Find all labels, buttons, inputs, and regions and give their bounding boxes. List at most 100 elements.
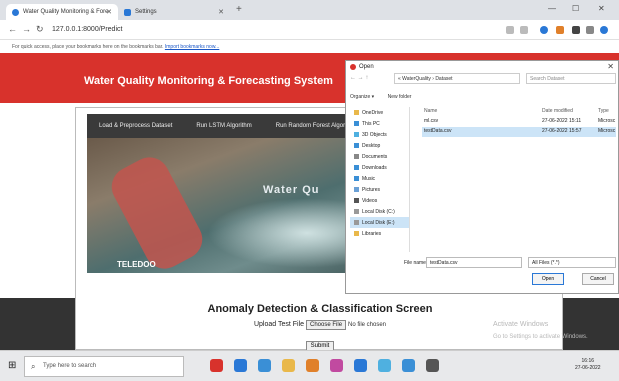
nav-item-desktop[interactable]: Desktop — [350, 140, 409, 151]
file-row[interactable]: testData.csv 27-06-2022 15:57 Microsc — [422, 127, 616, 137]
organize-button[interactable]: Organize ▾ — [350, 94, 374, 100]
nav-label: Music — [362, 175, 376, 182]
new-folder-button[interactable]: New folder — [388, 94, 412, 100]
nav-item-libraries[interactable]: Libraries — [350, 228, 409, 239]
file-type: Microsc — [598, 118, 616, 124]
col-name[interactable]: Name — [424, 108, 437, 114]
url-field[interactable]: 127.0.0.1:8000/Predict — [52, 26, 122, 33]
puzzle-icon[interactable] — [572, 26, 580, 34]
window-icon[interactable] — [586, 26, 594, 34]
nav-item-3d-objects[interactable]: 3D Objects — [350, 129, 409, 140]
gear-icon — [124, 8, 131, 16]
chrome-app-icon[interactable] — [210, 359, 223, 372]
app-icon[interactable] — [354, 359, 367, 372]
nav-item-local-disk-c[interactable]: Local Disk (C:) — [350, 206, 409, 217]
library-icon — [354, 231, 359, 236]
file-type-select[interactable]: All Files (*.*) — [528, 257, 616, 268]
taskbar-search-placeholder: Type here to search — [43, 363, 97, 369]
hero-text: Water Qu — [263, 184, 320, 196]
clock-date: 27-06-2022 — [575, 365, 601, 371]
tab-label: Settings — [135, 9, 157, 15]
desktop-icon — [354, 143, 359, 148]
upload-row: Upload Test File Choose File No file cho… — [76, 320, 564, 330]
star-icon[interactable] — [520, 26, 528, 34]
nav-item-downloads[interactable]: Downloads — [350, 162, 409, 173]
app-icon[interactable] — [330, 359, 343, 372]
nav-label: Videos — [362, 197, 378, 204]
explorer-app-icon[interactable] — [258, 359, 271, 372]
bookmark-hint: For quick access, place your bookmarks h… — [12, 44, 164, 50]
file-row[interactable]: ml.csv 27-06-2022 15:11 Microsc — [422, 117, 616, 127]
file-name-input[interactable]: testData.csv — [426, 257, 522, 268]
dialog-nav-arrows-icon[interactable]: ← → ↑ — [350, 75, 368, 81]
page-title: Water Quality Monitoring & Forecasting S… — [84, 75, 333, 87]
edge-app-icon[interactable] — [234, 359, 247, 372]
file-name-label: File name: — [404, 260, 428, 266]
firefox-app-icon[interactable] — [306, 359, 319, 372]
nav-item-local-disk-e[interactable]: Local Disk (E:) — [350, 217, 409, 228]
app-icon[interactable] — [426, 359, 439, 372]
forward-icon[interactable]: → — [22, 24, 31, 34]
browser-tab-bar: Water Quality Monitoring & Fore ✕ Settin… — [0, 0, 619, 20]
chrome-favicon-icon — [12, 8, 19, 16]
tab-label: Water Quality Monitoring & Fore — [23, 9, 109, 15]
nav-label: Desktop — [362, 142, 381, 149]
import-bookmarks-link[interactable]: Import bookmarks now... — [165, 44, 219, 50]
back-icon[interactable]: ← — [8, 24, 17, 34]
new-tab-button[interactable]: + — [236, 4, 242, 15]
share-icon[interactable] — [506, 26, 514, 34]
path-breadcrumb[interactable]: « WaterQuality › Dataset — [394, 73, 520, 84]
open-button[interactable]: Open — [532, 273, 564, 285]
file-list-header: Name Date modified Type — [422, 107, 616, 117]
nav-label: Downloads — [362, 164, 387, 171]
system-clock[interactable]: 16:16 27-06-2022 — [575, 358, 601, 372]
close-icon[interactable]: ✕ — [607, 62, 614, 71]
file-date: 27-06-2022 15:57 — [542, 128, 582, 134]
nav-item-this-pc[interactable]: This PC — [350, 118, 409, 129]
nav-item-onedrive[interactable]: OneDrive — [350, 107, 409, 118]
col-type[interactable]: Type — [598, 108, 609, 114]
nav-item-videos[interactable]: Videos — [350, 195, 409, 206]
dialog-title-bar: Open — [350, 64, 374, 70]
windows-taskbar: ⊞ ⌕ Type here to search 16:16 27-06-2022 — [0, 350, 619, 381]
windows-start-icon[interactable]: ⊞ — [8, 360, 16, 371]
computer-icon — [354, 121, 359, 126]
cancel-button[interactable]: Cancel — [582, 273, 614, 285]
extension-icon[interactable] — [556, 26, 564, 34]
nav-label: Libraries — [362, 230, 382, 237]
close-icon[interactable]: ✕ — [106, 8, 112, 16]
nav-label: Documents — [362, 153, 388, 160]
close-icon[interactable]: ✕ — [218, 8, 224, 16]
file-date: 27-06-2022 15:11 — [542, 118, 582, 124]
taskbar-search-input[interactable]: ⌕ Type here to search — [24, 356, 184, 377]
hero-logo: TELEDOO — [117, 260, 156, 269]
folder-app-icon[interactable] — [282, 359, 295, 372]
extension-icon[interactable] — [540, 26, 548, 34]
file-name: testData.csv — [424, 128, 452, 134]
open-file-dialog: Open ✕ ← → ↑ « WaterQuality › Dataset Se… — [345, 60, 619, 294]
app-icon[interactable] — [378, 359, 391, 372]
maximize-icon[interactable]: ☐ — [572, 4, 579, 13]
hand-with-test-tube — [104, 150, 210, 273]
nav-item-music[interactable]: Music — [350, 173, 409, 184]
minimize-icon[interactable]: — — [548, 4, 556, 13]
nav-item-pictures[interactable]: Pictures — [350, 184, 409, 195]
app-icon[interactable] — [402, 359, 415, 372]
bookmarks-bar: For quick access, place your bookmarks h… — [0, 40, 619, 53]
menu-run-lstm[interactable]: Run LSTM Algorithm — [196, 123, 251, 129]
choose-file-button[interactable]: Choose File — [306, 320, 347, 330]
profile-icon[interactable] — [600, 26, 608, 34]
nav-label: 3D Objects — [362, 131, 387, 138]
menu-load-dataset[interactable]: Load & Preprocess Dataset — [99, 123, 172, 129]
file-type: Microsc — [598, 128, 616, 134]
music-icon — [354, 176, 359, 181]
nav-item-documents[interactable]: Documents — [350, 151, 409, 162]
close-window-icon[interactable]: ✕ — [598, 4, 605, 13]
dialog-search-input[interactable]: Search Dataset — [526, 73, 616, 84]
tab-water-quality[interactable]: Water Quality Monitoring & Fore ✕ — [6, 4, 118, 20]
screen-subtitle: Anomaly Detection & Classification Scree… — [207, 303, 433, 315]
nav-label: Local Disk (C:) — [362, 208, 395, 215]
reload-icon[interactable]: ↻ — [36, 24, 44, 35]
col-date[interactable]: Date modified — [542, 108, 573, 114]
tab-settings[interactable]: Settings ✕ — [118, 4, 230, 20]
